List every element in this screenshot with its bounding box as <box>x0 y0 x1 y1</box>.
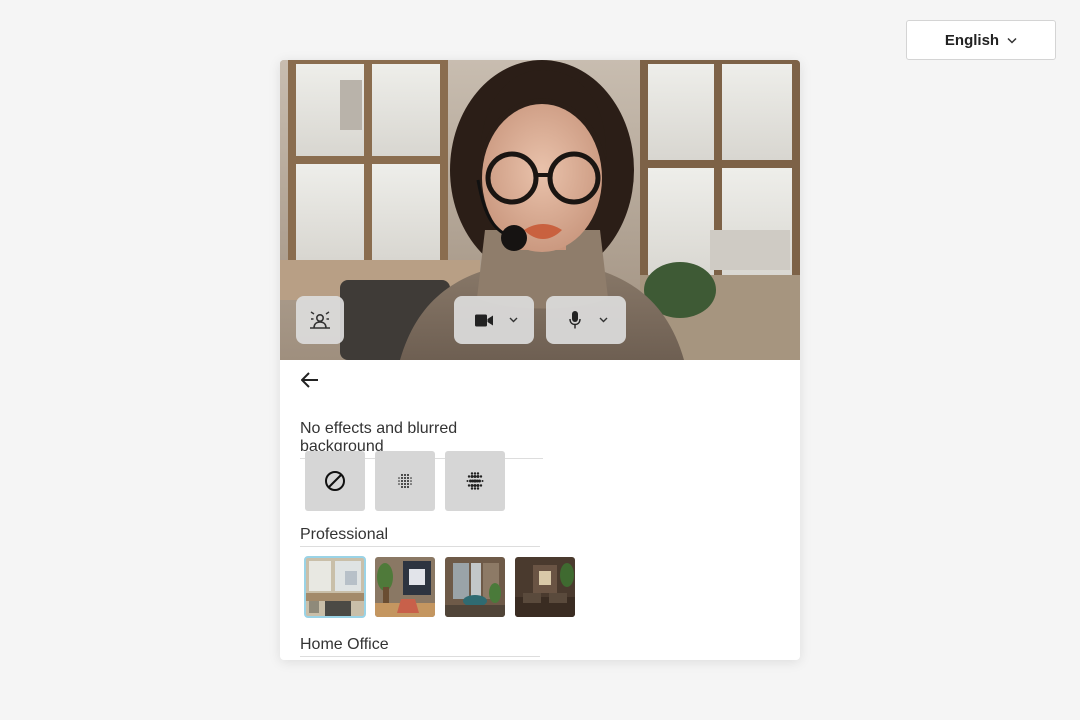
office-window-background <box>305 557 365 617</box>
microphone-control[interactable] <box>546 296 626 344</box>
chevron-down-icon <box>1007 37 1017 44</box>
section-title-home-office: Home Office <box>300 636 540 657</box>
video-feed-image <box>280 60 800 360</box>
chevron-down-icon[interactable] <box>599 317 608 323</box>
section-title-professional: Professional <box>300 526 540 547</box>
office-window-background-option[interactable] <box>304 556 366 618</box>
strong-blur-option[interactable] <box>445 451 505 511</box>
no-effect-icon <box>325 471 345 491</box>
office-corridor-background-option[interactable] <box>445 557 505 617</box>
camera-icon <box>474 314 493 326</box>
blur-options <box>305 451 505 511</box>
no-effect-option[interactable] <box>305 451 365 511</box>
camera-control[interactable] <box>454 296 534 344</box>
office-corridor-background <box>445 557 505 617</box>
professional-backgrounds <box>304 556 575 618</box>
office-plant-background <box>375 557 435 617</box>
office-plant-background-option[interactable] <box>375 557 435 617</box>
back-button[interactable] <box>298 368 322 392</box>
slight-blur-icon <box>398 474 412 488</box>
slight-blur-option[interactable] <box>375 451 435 511</box>
office-lobby-background-option[interactable] <box>515 557 575 617</box>
language-dropdown[interactable]: English <box>906 20 1056 60</box>
strong-blur-icon <box>466 472 484 490</box>
effects-button[interactable] <box>296 296 344 344</box>
background-effects-panel: No effects and blurred background Profes… <box>280 60 800 660</box>
camera-preview <box>280 60 800 360</box>
chevron-down-icon[interactable] <box>509 317 518 323</box>
arrow-left-icon <box>301 372 318 388</box>
language-label: English <box>944 31 1000 49</box>
effects-icon <box>310 311 330 329</box>
microphone-icon <box>568 311 581 329</box>
office-lobby-background <box>515 557 575 617</box>
